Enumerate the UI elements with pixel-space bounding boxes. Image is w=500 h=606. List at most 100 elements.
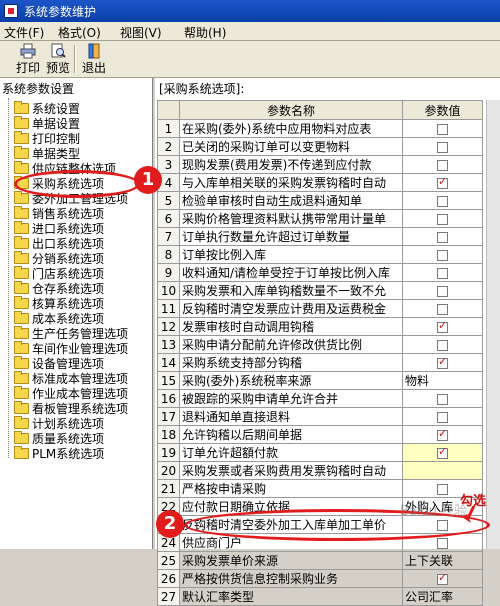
checkbox[interactable] bbox=[437, 339, 448, 351]
param-value[interactable] bbox=[402, 263, 483, 282]
tree-item[interactable]: 核算系统选项 bbox=[14, 295, 104, 311]
param-value[interactable] bbox=[402, 209, 483, 228]
tree-item[interactable]: 出口系统选项 bbox=[14, 235, 104, 251]
checkbox[interactable] bbox=[437, 249, 448, 261]
table-row[interactable]: 7 订单执行数量允许超过订单数量 bbox=[157, 227, 483, 246]
checkbox[interactable] bbox=[437, 571, 448, 585]
param-value[interactable] bbox=[402, 173, 483, 192]
tree-item[interactable]: 看板管理系统选项 bbox=[14, 400, 128, 416]
param-value[interactable]: 上下关联 bbox=[402, 551, 483, 570]
tree-item[interactable]: PLM系统选项 bbox=[14, 445, 104, 461]
table-row[interactable]: 21 严格按申请采购 bbox=[157, 479, 483, 498]
table-row[interactable]: 16 被跟踪的采购申请单允许合并 bbox=[157, 389, 483, 408]
table-row[interactable]: 18 允许钩稽以后期间单据 bbox=[157, 425, 483, 444]
checkbox[interactable] bbox=[437, 319, 448, 333]
table-row[interactable]: 10 采购发票和入库单钩稽数量不一致不允 bbox=[157, 281, 483, 300]
table-row[interactable]: 27 默认汇率类型 公司汇率 bbox=[157, 587, 483, 606]
menu-file[interactable]: 文件(F) bbox=[4, 24, 44, 41]
param-value[interactable] bbox=[402, 137, 483, 156]
table-row[interactable]: 15 采购(委外)系统税率来源 物料 bbox=[157, 371, 483, 390]
param-value[interactable]: 公司汇率 bbox=[402, 587, 483, 606]
table-row[interactable]: 6 采购价格管理资料默认携带常用计量单 bbox=[157, 209, 483, 228]
table-row[interactable]: 3 现购发票(费用发票)不传递到应付款 bbox=[157, 155, 483, 174]
checkbox[interactable] bbox=[437, 411, 448, 423]
row-number: 8 bbox=[157, 245, 180, 264]
checkbox[interactable] bbox=[437, 537, 448, 549]
param-value[interactable]: 物料 bbox=[402, 371, 483, 390]
tree-item[interactable]: 系统设置 bbox=[14, 100, 80, 116]
table-row[interactable]: 14 采购系统支持部分钩稽 bbox=[157, 353, 483, 372]
tree-item[interactable]: 打印控制 bbox=[14, 130, 80, 146]
tree-item[interactable]: 进口系统选项 bbox=[14, 220, 104, 236]
param-value[interactable] bbox=[402, 389, 483, 408]
checkbox[interactable] bbox=[437, 231, 448, 243]
tree-item[interactable]: 单据设置 bbox=[14, 115, 80, 131]
table-row[interactable]: 2 已关闭的采购订单可以变更物料 bbox=[157, 137, 483, 156]
param-value[interactable] bbox=[402, 335, 483, 354]
preview-button[interactable]: 预览 bbox=[44, 43, 72, 75]
param-value[interactable] bbox=[402, 191, 483, 210]
checkbox[interactable] bbox=[437, 445, 448, 459]
param-value[interactable] bbox=[402, 317, 483, 336]
param-value[interactable] bbox=[402, 155, 483, 174]
checkbox[interactable] bbox=[437, 141, 448, 153]
checkbox[interactable] bbox=[437, 355, 448, 369]
checkbox[interactable] bbox=[437, 213, 448, 225]
checkbox[interactable] bbox=[437, 427, 448, 441]
header-value: 参数值 bbox=[402, 100, 483, 120]
menu-view[interactable]: 视图(V) bbox=[120, 24, 162, 41]
tree-item[interactable]: 生产任务管理选项 bbox=[14, 325, 128, 341]
table-row[interactable]: 26 严格按供货信息控制采购业务 bbox=[157, 569, 483, 588]
param-value[interactable] bbox=[402, 461, 483, 480]
table-row[interactable]: 25 采购发票单价来源 上下关联 bbox=[157, 551, 483, 570]
menu-format[interactable]: 格式(O) bbox=[58, 24, 101, 41]
checkbox[interactable] bbox=[437, 267, 448, 279]
tree-item[interactable]: 设备管理选项 bbox=[14, 355, 104, 371]
table-row[interactable]: 4 与入库单相关联的采购发票钩稽时自动 bbox=[157, 173, 483, 192]
checkbox[interactable] bbox=[437, 123, 448, 135]
param-value[interactable] bbox=[402, 353, 483, 372]
table-row[interactable]: 20 采购发票或者采购费用发票钩稽时自动 bbox=[157, 461, 483, 480]
tree-item[interactable]: 计划系统选项 bbox=[14, 415, 104, 431]
tree-item[interactable]: 作业成本管理选项 bbox=[14, 385, 128, 401]
checkbox[interactable] bbox=[437, 285, 448, 297]
table-row[interactable]: 8 订单按比例入库 bbox=[157, 245, 483, 264]
tree-item[interactable]: 质量系统选项 bbox=[14, 430, 104, 446]
checkbox[interactable] bbox=[437, 303, 448, 315]
row-number: 7 bbox=[157, 227, 180, 246]
checkbox[interactable] bbox=[437, 195, 448, 207]
checkbox[interactable] bbox=[437, 393, 448, 405]
table-row[interactable]: 5 检验单审核时自动生成退料通知单 bbox=[157, 191, 483, 210]
tree-item[interactable]: 仓存系统选项 bbox=[14, 280, 104, 296]
tree-item[interactable]: 成本系统选项 bbox=[14, 310, 104, 326]
table-row[interactable]: 19 订单允许超額付款 bbox=[157, 443, 483, 462]
tree-item[interactable]: 销售系统选项 bbox=[14, 205, 104, 221]
param-value[interactable] bbox=[402, 425, 483, 444]
param-value[interactable] bbox=[402, 407, 483, 426]
tree-item[interactable]: 分销系统选项 bbox=[14, 250, 104, 266]
param-value[interactable] bbox=[402, 245, 483, 264]
vertical-scrollbar[interactable] bbox=[486, 100, 500, 549]
tree-item[interactable]: 单据类型 bbox=[14, 145, 80, 161]
tree-item[interactable]: 门店系统选项 bbox=[14, 265, 104, 281]
tree-item[interactable]: 标准成本管理选项 bbox=[14, 370, 128, 386]
exit-button[interactable]: 退出 bbox=[80, 43, 108, 75]
checkbox[interactable] bbox=[437, 159, 448, 171]
table-row[interactable]: 13 采购申请分配前允许修改供货比例 bbox=[157, 335, 483, 354]
table-row[interactable]: 12 发票审核时自动调用钩稽 bbox=[157, 317, 483, 336]
checkbox[interactable] bbox=[437, 483, 448, 495]
menu-help[interactable]: 帮助(H) bbox=[184, 24, 226, 41]
param-value[interactable] bbox=[402, 443, 483, 462]
table-row[interactable]: 17 退料通知单直接退料 bbox=[157, 407, 483, 426]
param-value[interactable] bbox=[402, 569, 483, 588]
param-value[interactable] bbox=[402, 119, 483, 138]
table-row[interactable]: 9 收料通知/请检单受控于订单按比例入库 bbox=[157, 263, 483, 282]
param-value[interactable] bbox=[402, 227, 483, 246]
tree-item[interactable]: 车间作业管理选项 bbox=[14, 340, 128, 356]
param-value[interactable] bbox=[402, 299, 483, 318]
table-row[interactable]: 1 在采购(委外)系统中应用物料对应表 bbox=[157, 119, 483, 138]
print-button[interactable]: 打印 bbox=[14, 43, 42, 75]
table-row[interactable]: 11 反钩稽时清空发票应计费用及运费税金 bbox=[157, 299, 483, 318]
checkbox[interactable] bbox=[437, 175, 448, 189]
param-value[interactable] bbox=[402, 281, 483, 300]
